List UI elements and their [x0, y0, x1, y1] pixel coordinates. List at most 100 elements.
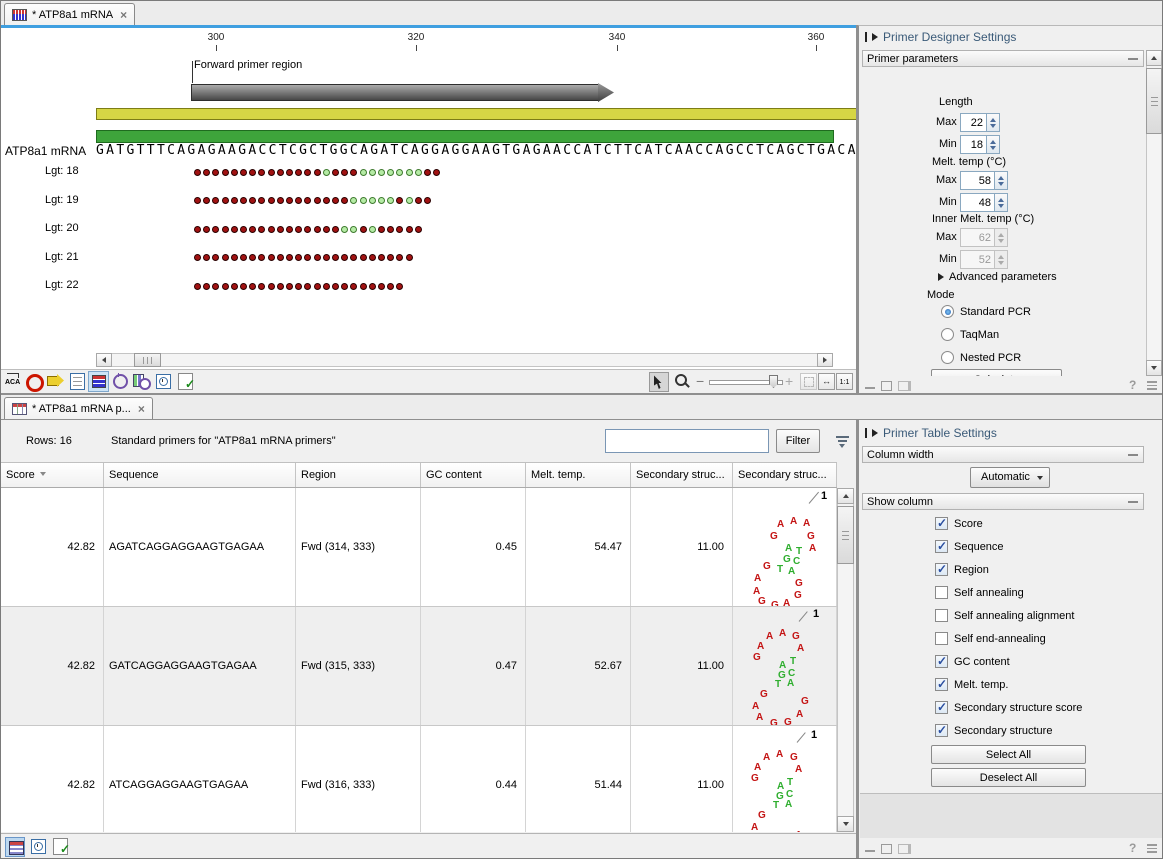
forward-primer-region-arrow[interactable] — [191, 84, 599, 101]
inner-max-input[interactable]: 62 — [960, 228, 995, 247]
show-column-checkbox-secondary-structure[interactable] — [935, 724, 948, 737]
text-view-icon[interactable] — [68, 372, 87, 391]
panel-header-icon[interactable] — [865, 32, 867, 42]
primer-candidate-dot[interactable] — [203, 197, 210, 204]
history-view-icon[interactable] — [29, 837, 49, 857]
primer-candidate-dot[interactable] — [396, 197, 403, 204]
panel-menu-icon[interactable] — [1147, 844, 1157, 855]
primer-candidate-dot[interactable] — [323, 254, 330, 261]
column-header-secondary-struc-[interactable]: Secondary struc... — [631, 463, 733, 487]
primer-candidate-dot[interactable] — [258, 226, 265, 233]
tab-atp8a1-mrna-primers[interactable]: * ATP8a1 mRNA p... × — [4, 397, 153, 419]
zoom-to-selection-button[interactable] — [800, 373, 817, 390]
primer-candidate-dot[interactable] — [433, 169, 440, 176]
show-column-checkbox-sequence[interactable] — [935, 540, 948, 553]
primer-candidate-dot[interactable] — [396, 283, 403, 290]
column-header-secondary-struc-[interactable]: Secondary struc... — [733, 463, 837, 487]
primer-candidate-dot[interactable] — [323, 226, 330, 233]
primer-candidate-dot[interactable] — [350, 169, 357, 176]
primer-candidate-dot[interactable] — [332, 283, 339, 290]
primer-candidate-dot[interactable] — [304, 226, 311, 233]
mode-radio-nested-pcr[interactable] — [941, 351, 954, 364]
melt-min-spinner[interactable] — [995, 193, 1008, 212]
column-width-group[interactable]: Column width — [862, 446, 1144, 463]
primer-candidate-dot[interactable] — [323, 197, 330, 204]
primer-candidate-dot[interactable] — [332, 169, 339, 176]
primer-candidate-dot[interactable] — [268, 283, 275, 290]
export-view-icon[interactable] — [46, 372, 65, 391]
primer-candidate-dot[interactable] — [350, 254, 357, 261]
circular-view-icon[interactable] — [25, 372, 44, 391]
primer-candidate-dot[interactable] — [424, 169, 431, 176]
panel-scroll-down[interactable] — [1146, 360, 1162, 376]
primer-candidate-dot[interactable] — [360, 169, 367, 176]
primer-candidate-dot[interactable] — [277, 226, 284, 233]
primer-candidate-dot[interactable] — [314, 254, 321, 261]
panel-header-icon[interactable] — [865, 428, 867, 438]
primer-candidate-dot[interactable] — [369, 226, 376, 233]
primer-candidate-dot[interactable] — [415, 226, 422, 233]
column-header-sequence[interactable]: Sequence — [104, 463, 296, 487]
primer-candidate-dot[interactable] — [286, 283, 293, 290]
primer-candidate-dot[interactable] — [424, 197, 431, 204]
primer-candidate-dot[interactable] — [231, 169, 238, 176]
primer-candidate-dot[interactable] — [369, 254, 376, 261]
dock-panel-icon[interactable] — [898, 381, 911, 391]
deselect-all-button[interactable]: Deselect All — [931, 768, 1086, 787]
primer-candidate-dot[interactable] — [396, 226, 403, 233]
primer-candidate-dot[interactable] — [387, 254, 394, 261]
primer-candidate-dot[interactable] — [314, 197, 321, 204]
primer-candidate-dot[interactable] — [350, 283, 357, 290]
advanced-parameters-toggle[interactable]: Advanced parameters — [938, 271, 1057, 283]
primer-candidate-dot[interactable] — [387, 197, 394, 204]
filter-options-icon[interactable] — [834, 436, 850, 448]
primer-candidate-dot[interactable] — [323, 283, 330, 290]
sequence-text[interactable]: GATGTTTCAGAGAAGACCTCGCTGGCAGATCAGGAGGAAG… — [96, 143, 856, 158]
show-column-group[interactable]: Show column — [862, 493, 1144, 510]
panel-expand-icon[interactable] — [872, 429, 878, 437]
primer-candidate-dot[interactable] — [231, 226, 238, 233]
primer-candidate-dot[interactable] — [240, 169, 247, 176]
primer-candidate-dot[interactable] — [203, 226, 210, 233]
dock-panel-icon[interactable] — [898, 844, 911, 854]
inner-max-spinner[interactable] — [995, 228, 1008, 247]
primer-candidate-dot[interactable] — [387, 283, 394, 290]
show-column-checkbox-self-annealing-alignment[interactable] — [935, 609, 948, 622]
primer-candidate-dot[interactable] — [258, 197, 265, 204]
primer-candidate-dot[interactable] — [222, 197, 229, 204]
column-width-dropdown[interactable]: Automatic — [970, 467, 1050, 488]
primer-candidate-dot[interactable] — [323, 169, 330, 176]
primer-candidate-dot[interactable] — [396, 169, 403, 176]
primer-candidate-dot[interactable] — [249, 197, 256, 204]
primer-candidate-dot[interactable] — [286, 197, 293, 204]
primer-candidate-dot[interactable] — [378, 197, 385, 204]
element-info-view-icon[interactable] — [51, 837, 71, 857]
melt-min-input[interactable]: 48 — [960, 193, 995, 212]
primer-candidate-dot[interactable] — [222, 283, 229, 290]
primer-candidate-dot[interactable] — [295, 283, 302, 290]
primer-candidate-dot[interactable] — [304, 169, 311, 176]
minimize-panel-icon[interactable] — [865, 850, 875, 852]
primer-candidate-dot[interactable] — [369, 283, 376, 290]
primer-candidate-dot[interactable] — [277, 169, 284, 176]
primer-candidate-dot[interactable] — [350, 226, 357, 233]
collapse-group-icon[interactable] — [1128, 501, 1138, 503]
zoom-tool-icon[interactable] — [673, 374, 693, 394]
primer-candidate-dot[interactable] — [304, 254, 311, 261]
primer-candidate-dot[interactable] — [369, 169, 376, 176]
primer-candidate-dot[interactable] — [314, 226, 321, 233]
show-column-checkbox-self-end-annealing[interactable] — [935, 632, 948, 645]
table-scroll-down[interactable] — [837, 816, 854, 832]
column-header-region[interactable]: Region — [296, 463, 421, 487]
primer-candidate-dot[interactable] — [277, 254, 284, 261]
length-min-input[interactable]: 18 — [960, 135, 987, 154]
primer-candidate-dot[interactable] — [268, 254, 275, 261]
zoom-slider-thumb[interactable] — [769, 375, 778, 388]
primer-candidate-dot[interactable] — [406, 226, 413, 233]
element-info-view-icon[interactable] — [176, 372, 195, 391]
primer-candidate-dot[interactable] — [203, 169, 210, 176]
primer-candidate-dot[interactable] — [341, 283, 348, 290]
close-icon[interactable]: × — [120, 10, 127, 20]
primer-candidate-dot[interactable] — [378, 283, 385, 290]
inner-min-spinner[interactable] — [995, 250, 1008, 269]
